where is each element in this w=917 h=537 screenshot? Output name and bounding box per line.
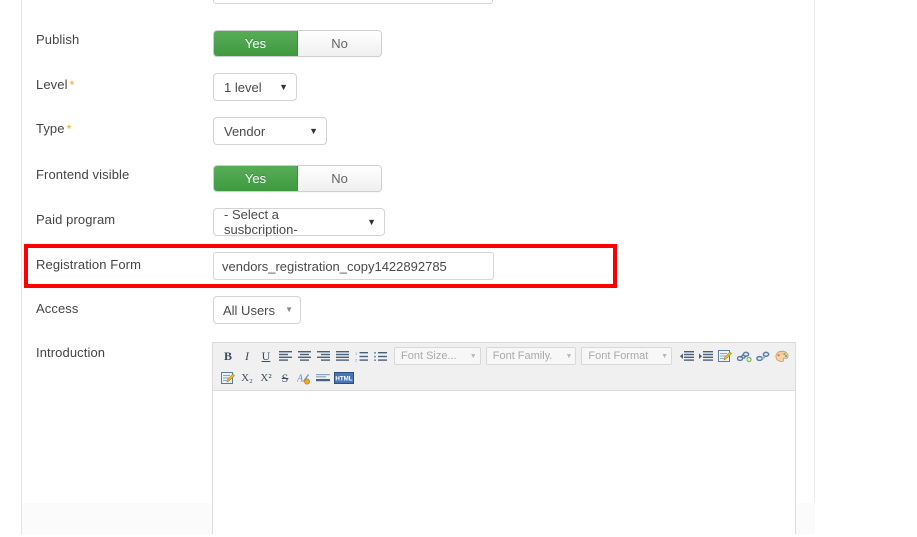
form-right-divider	[814, 0, 815, 534]
required-asterisk: *	[69, 78, 75, 92]
edit-source-icon[interactable]	[716, 347, 734, 365]
frontend-visible-toggle[interactable]: Yes No	[213, 165, 382, 192]
subscript-icon[interactable]: X₂	[238, 369, 256, 387]
chevron-down-icon: ▼	[309, 125, 318, 136]
paid-program-select-value: - Select a susbcription-	[224, 207, 298, 237]
chevron-down-icon: ▼	[565, 352, 573, 360]
bold-icon[interactable]: B	[219, 347, 237, 365]
type-select[interactable]: Vendor ▼	[213, 117, 327, 145]
label-level: Level *	[36, 77, 74, 92]
field-publish: Yes No	[213, 30, 382, 57]
label-access-text: Access	[36, 301, 79, 316]
chevron-down-icon: ▼	[279, 81, 288, 92]
label-introduction: Introduction	[36, 345, 105, 360]
editor-toolbar-row-1: B I U 1 2 Font Size... ▼ Font Family. ▼ …	[219, 346, 791, 366]
field-registration-form	[213, 252, 494, 280]
label-publish: Publish	[36, 32, 79, 47]
chevron-down-icon: ▼	[285, 305, 293, 314]
introduction-rich-text-editor[interactable]: B I U 1 2 Font Size... ▼ Font Family. ▼ …	[212, 342, 796, 537]
svg-text:1: 1	[355, 351, 358, 356]
align-left-icon[interactable]	[276, 347, 294, 365]
editor-content-area[interactable]	[213, 391, 795, 537]
font-format-select[interactable]: Font Format ▼	[581, 347, 673, 365]
chevron-down-icon: ▼	[367, 216, 376, 227]
level-select[interactable]: 1 level ▼	[213, 73, 297, 101]
form-left-divider	[21, 0, 22, 534]
access-select-value: All Users	[223, 302, 276, 318]
type-select-value: Vendor	[224, 123, 266, 139]
field-paid-program: - Select a susbcription- ▼	[213, 207, 385, 237]
required-asterisk: *	[66, 122, 72, 136]
label-paid-program: Paid program	[36, 212, 115, 227]
unlink-icon[interactable]	[754, 347, 772, 365]
italic-icon[interactable]: I	[238, 347, 256, 365]
level-select-value: 1 level	[224, 79, 262, 95]
svg-text:A: A	[297, 373, 304, 384]
label-type: Type *	[36, 121, 71, 136]
field-level: 1 level ▼	[213, 73, 297, 101]
align-right-icon[interactable]	[314, 347, 332, 365]
label-frontend-visible-text: Frontend visible	[36, 167, 130, 182]
text-color-palette-icon[interactable]	[773, 347, 791, 365]
publish-toggle[interactable]: Yes No	[213, 30, 382, 57]
font-size-select[interactable]: Font Size... ▼	[394, 347, 481, 365]
registration-form-input[interactable]	[213, 252, 494, 280]
label-introduction-text: Introduction	[36, 345, 106, 360]
font-format-select-label: Font Format	[588, 350, 649, 362]
insert-link-icon[interactable]	[735, 347, 753, 365]
editor-toolbar-row-2: X₂ X² S A HTML	[219, 368, 791, 388]
label-frontend-visible: Frontend visible	[36, 167, 129, 182]
label-access: Access	[36, 301, 79, 316]
html-source-icon[interactable]: HTML	[333, 369, 355, 387]
field-type: Vendor ▼	[213, 117, 327, 145]
label-type-text: Type	[36, 121, 65, 136]
vendor-settings-form-page: Publish Yes No Level * 1 level ▼ Type * Ve…	[0, 0, 917, 537]
publish-toggle-yes[interactable]: Yes	[214, 31, 298, 56]
ordered-list-icon[interactable]: 1 2	[352, 347, 370, 365]
field-frontend-visible: Yes No	[213, 165, 382, 192]
horizontal-rule-icon[interactable]	[314, 369, 332, 387]
svg-text:HTML: HTML	[335, 376, 352, 383]
label-paid-program-text: Paid program	[36, 212, 116, 227]
strikethrough-icon[interactable]: S	[276, 369, 294, 387]
font-color-icon[interactable]: A	[295, 369, 313, 387]
label-registration-form-text: Registration Form	[36, 257, 142, 272]
underline-icon[interactable]: U	[257, 347, 275, 365]
unordered-list-icon[interactable]	[371, 347, 389, 365]
editor-toolbar: B I U 1 2 Font Size... ▼ Font Family. ▼ …	[213, 343, 795, 391]
font-size-select-label: Font Size...	[401, 350, 457, 362]
font-family-select-label: Font Family.	[492, 350, 553, 362]
indent-icon[interactable]	[697, 347, 715, 365]
outdent-icon[interactable]	[678, 347, 696, 365]
chevron-down-icon: ▼	[469, 352, 477, 360]
font-family-select[interactable]: Font Family. ▼	[485, 347, 577, 365]
label-publish-text: Publish	[36, 32, 80, 47]
align-justify-icon[interactable]	[333, 347, 351, 365]
svg-text:2: 2	[355, 357, 358, 362]
paid-program-select[interactable]: - Select a susbcription- ▼	[213, 207, 385, 237]
publish-toggle-no[interactable]: No	[298, 31, 381, 56]
toggle-editor-icon[interactable]	[219, 369, 237, 387]
label-level-text: Level	[36, 77, 68, 92]
superscript-icon[interactable]: X²	[257, 369, 275, 387]
frontend-visible-toggle-yes[interactable]: Yes	[214, 166, 298, 191]
align-center-icon[interactable]	[295, 347, 313, 365]
label-registration-form: Registration Form	[36, 257, 141, 272]
chevron-down-icon: ▼	[661, 352, 669, 360]
previous-row-input-partial[interactable]	[213, 0, 493, 4]
frontend-visible-toggle-no[interactable]: No	[298, 166, 381, 191]
field-access: All Users ▼	[213, 296, 301, 324]
access-select[interactable]: All Users ▼	[213, 296, 301, 324]
